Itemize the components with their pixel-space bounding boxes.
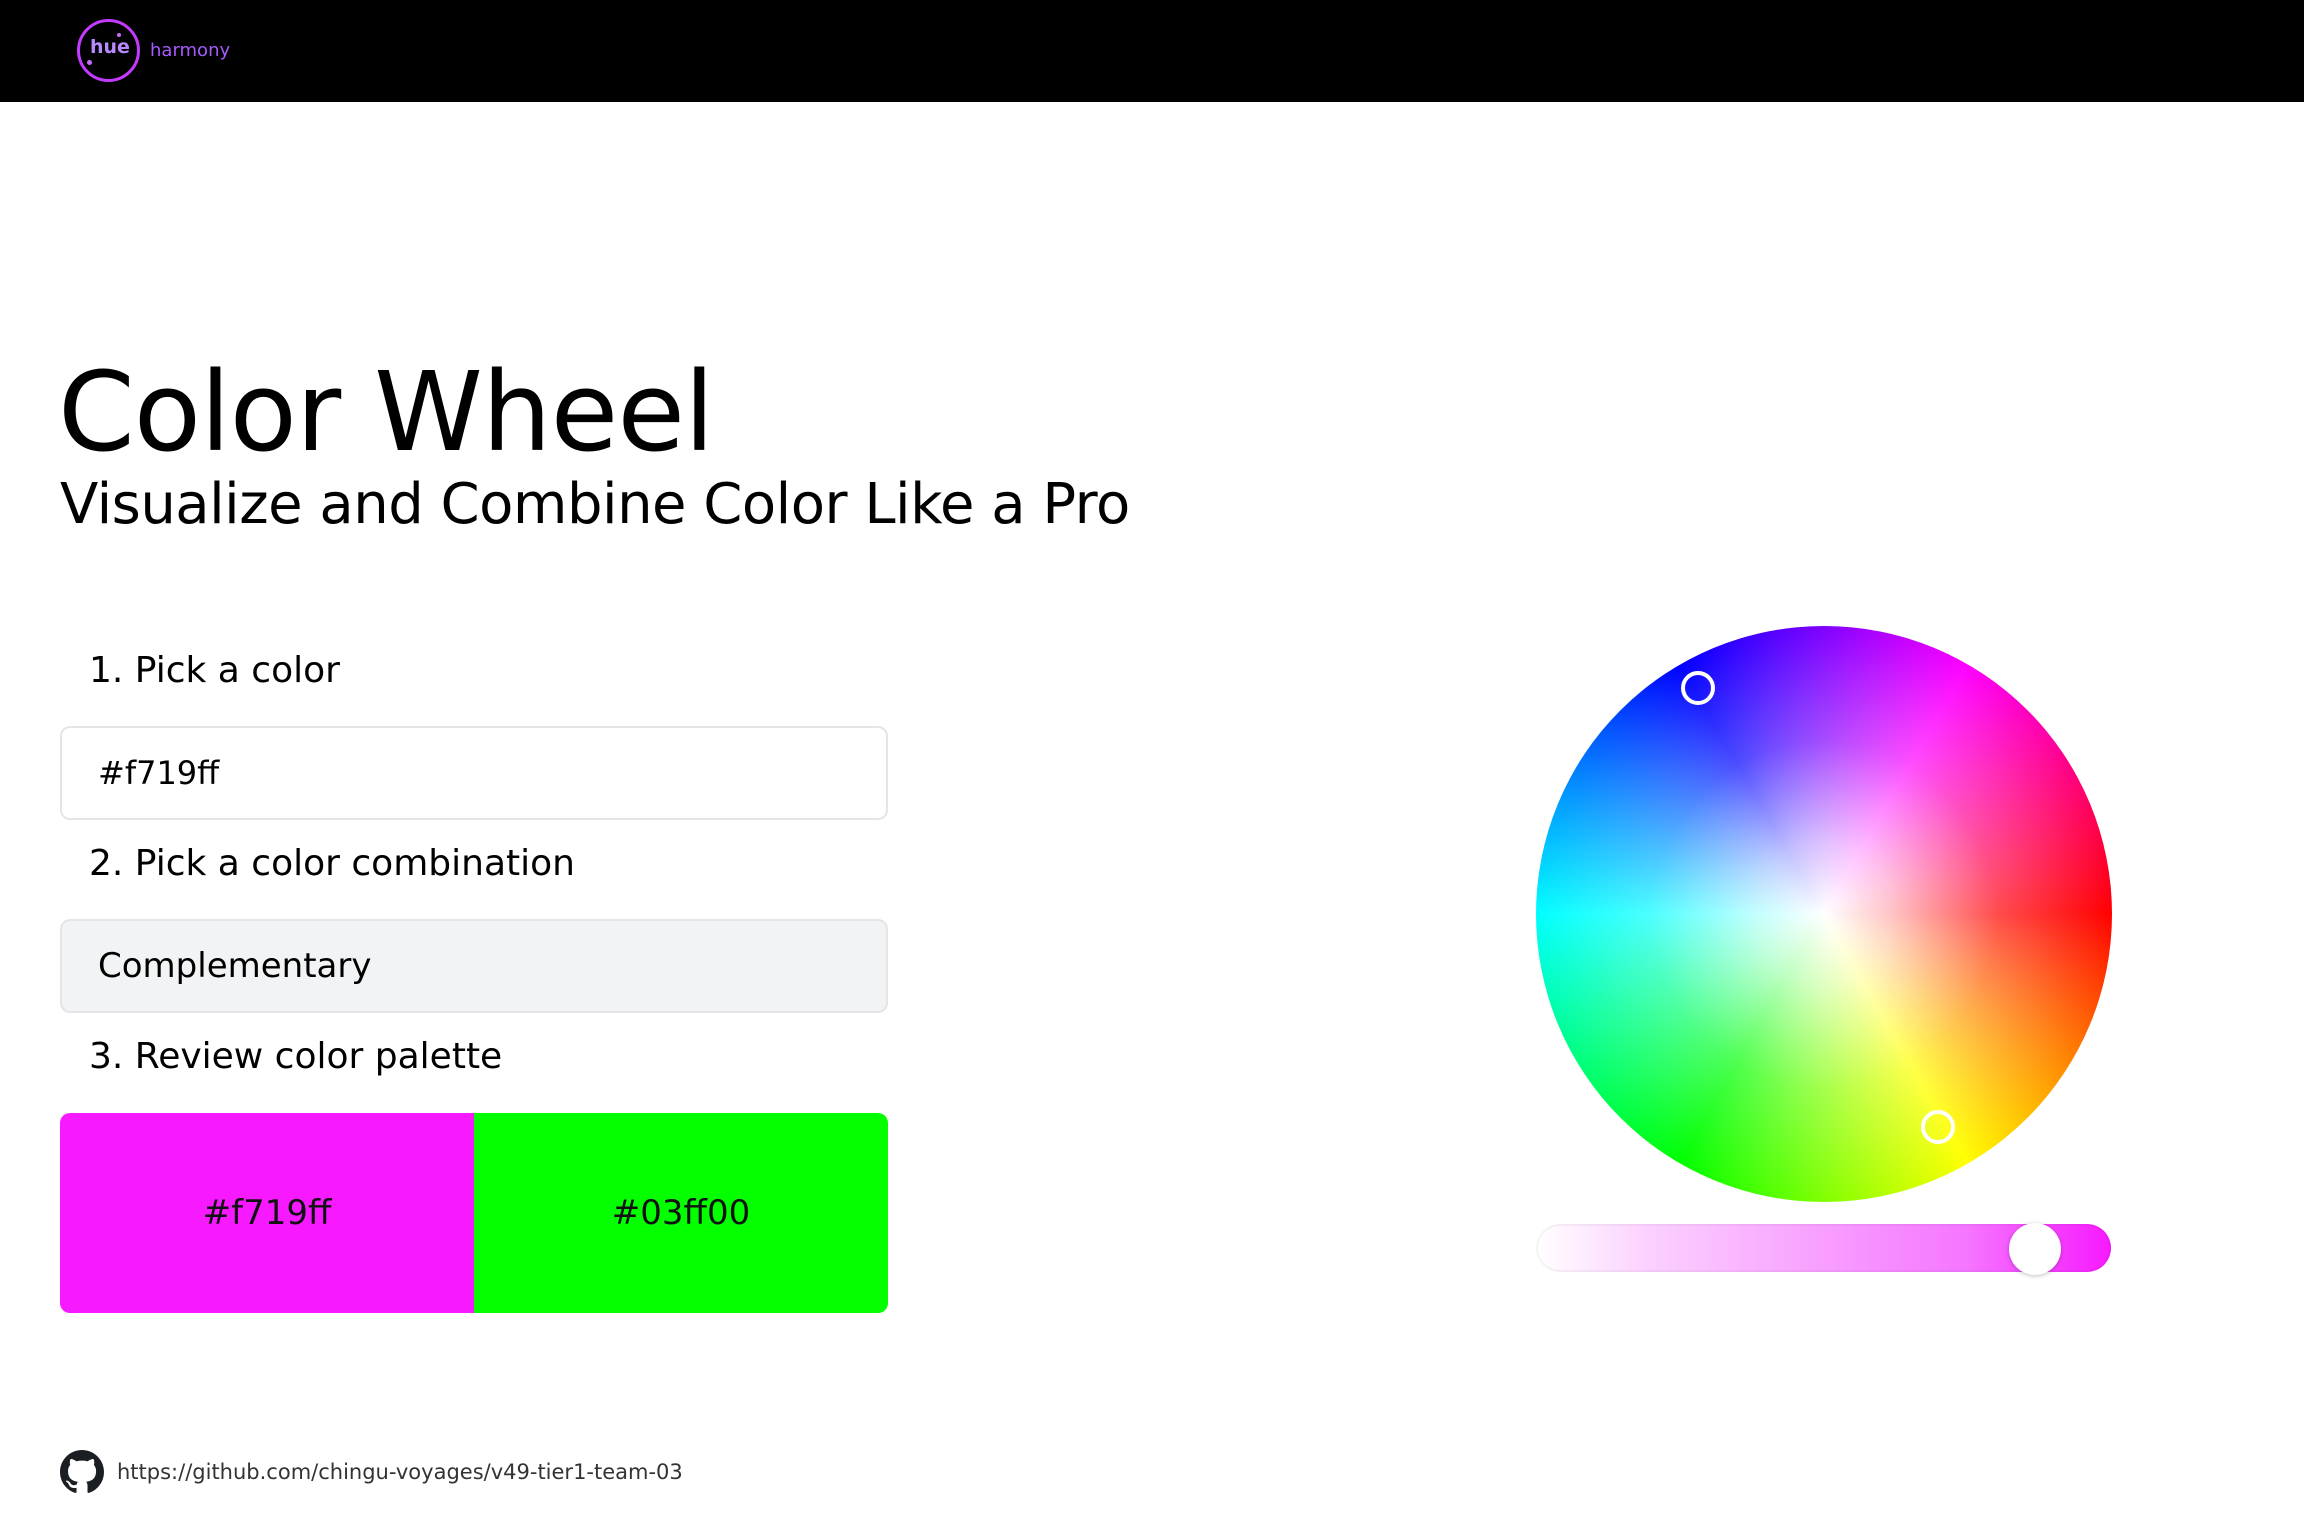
- step-pick-combination-label: 2. Pick a color combination: [89, 843, 575, 884]
- combination-select[interactable]: Complementary: [60, 919, 888, 1013]
- page-subtitle: Visualize and Combine Color Like a Pro: [60, 472, 1130, 537]
- wheel-handle-primary[interactable]: [1921, 1110, 1955, 1144]
- wheel-handle-complement[interactable]: [1681, 671, 1715, 705]
- github-icon[interactable]: [60, 1450, 104, 1494]
- page-title: Color Wheel: [58, 347, 715, 476]
- logo-hue-text[interactable]: hue: [90, 36, 130, 58]
- step-review-palette-label: 3. Review color palette: [89, 1036, 503, 1077]
- palette-swatch-complement[interactable]: #03ff00: [474, 1113, 888, 1313]
- palette-swatch-primary[interactable]: #f719ff: [60, 1113, 474, 1313]
- logo-harmony-text[interactable]: harmony: [150, 40, 230, 61]
- top-nav-bar: hue harmony: [0, 0, 2304, 102]
- color-palette: #f719ff #03ff00: [60, 1113, 888, 1313]
- logo-dot-decoration: [87, 60, 92, 65]
- color-hex-input[interactable]: [60, 726, 888, 820]
- color-wheel[interactable]: [1536, 626, 2112, 1202]
- combination-selected-value: Complementary: [98, 946, 372, 986]
- step-pick-color-label: 1. Pick a color: [89, 650, 340, 691]
- color-wheel-saturation-overlay: [1536, 626, 2112, 1202]
- swatch-hex-label: #f719ff: [202, 1193, 332, 1233]
- github-repo-link[interactable]: https://github.com/chingu-voyages/v49-ti…: [117, 1460, 683, 1484]
- swatch-hex-label: #03ff00: [611, 1193, 751, 1233]
- logo-dot-decoration: [117, 33, 121, 37]
- brightness-slider-thumb[interactable]: [2009, 1223, 2061, 1275]
